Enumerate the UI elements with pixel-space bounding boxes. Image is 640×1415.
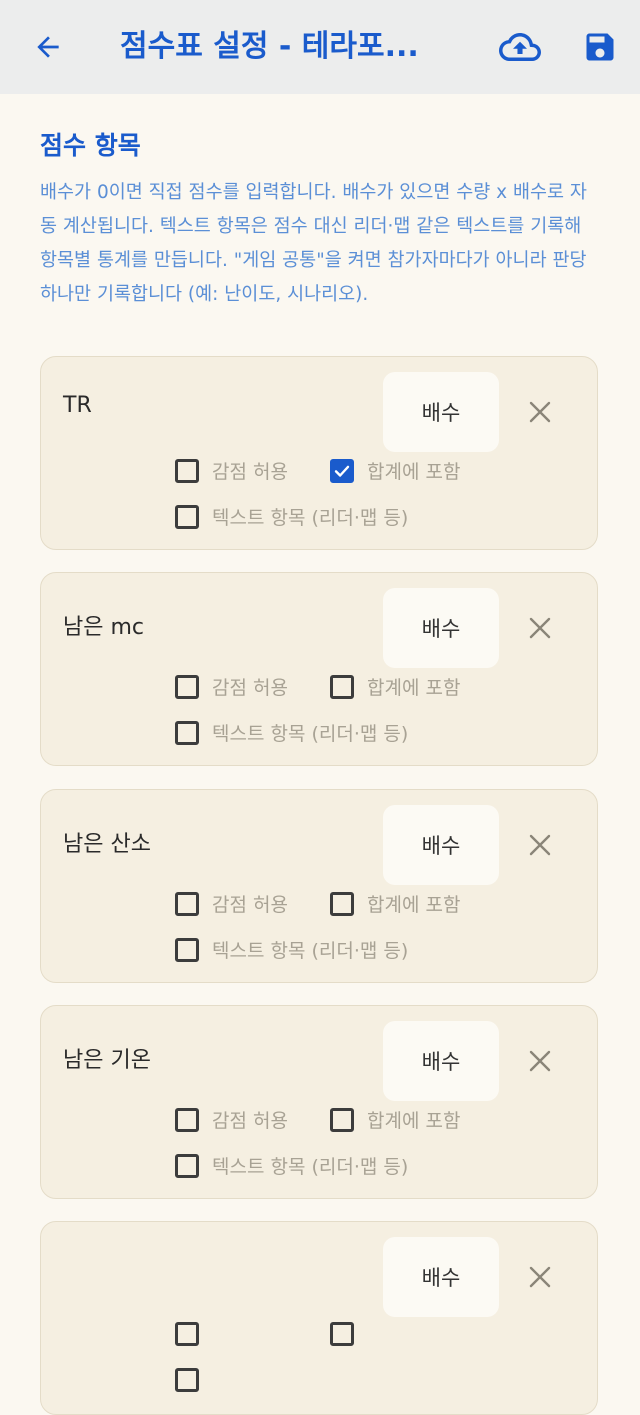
score-item-card: 남은 산소 배수 감점 허용 합계에 포함 텍스트 항목 (리더·맵 등)	[40, 789, 598, 983]
multiplier-input[interactable]: 배수	[383, 588, 499, 668]
checkbox-box	[330, 458, 354, 483]
checkbox-label: 합계에 포함	[367, 894, 461, 916]
checkbox-label: 합계에 포함	[367, 1110, 461, 1132]
checkbox-box	[330, 1322, 354, 1346]
item-name-input[interactable]: 남은 산소	[63, 826, 151, 858]
close-icon	[529, 1050, 551, 1072]
checkbox-box	[175, 504, 199, 529]
checkbox-label: 합계에 포함	[367, 461, 461, 483]
score-item-card: TR 배수 감점 허용 합계에 포함 텍스트 항목 (리더·맵 등)	[40, 356, 598, 550]
checkbox-box	[330, 1107, 354, 1132]
checkbox-box	[175, 720, 199, 745]
checkbox-box	[330, 891, 354, 916]
multiplier-input[interactable]: 배수	[383, 1237, 499, 1317]
checkbox-label: 합계에 포함	[367, 677, 461, 699]
remove-item-button[interactable]	[523, 1260, 557, 1294]
include-in-total-checkbox[interactable]: 합계에 포함	[330, 457, 460, 484]
save-button[interactable]	[570, 0, 630, 94]
checkbox-box	[175, 937, 199, 962]
include-in-total-checkbox[interactable]: 합계에 포함	[330, 1106, 460, 1133]
allow-negative-checkbox[interactable]: 감점 허용	[175, 673, 288, 700]
text-item-checkbox[interactable]: 텍스트 항목 (리더·맵 등)	[175, 503, 408, 530]
close-icon	[529, 401, 551, 423]
close-icon	[529, 617, 551, 639]
checkbox-box	[175, 1153, 199, 1178]
remove-item-button[interactable]	[523, 1044, 557, 1078]
checkbox-box	[175, 1322, 199, 1346]
item-name-input[interactable]: TR	[63, 393, 92, 418]
checkbox-label: 텍스트 항목 (리더·맵 등)	[212, 507, 409, 529]
upload-button[interactable]	[490, 0, 550, 94]
text-item-checkbox[interactable]: 텍스트 항목 (리더·맵 등)	[175, 1152, 408, 1179]
check-icon	[334, 465, 350, 477]
remove-item-button[interactable]	[523, 828, 557, 862]
close-icon	[529, 834, 551, 856]
checkbox-label: 감점 허용	[212, 1110, 288, 1132]
item-name-input[interactable]: 남은 기온	[63, 1042, 151, 1074]
include-in-total-checkbox[interactable]: 합계에 포함	[330, 890, 460, 917]
close-icon	[529, 1266, 551, 1288]
checkbox-label: 감점 허용	[212, 677, 288, 699]
checkbox-label: 텍스트 항목 (리더·맵 등)	[212, 723, 409, 745]
text-item-checkbox[interactable]: 텍스트 항목 (리더·맵 등)	[175, 719, 408, 746]
back-button[interactable]	[18, 0, 78, 94]
page-title: 점수표 설정 - 테라포...	[120, 29, 419, 64]
floppy-disk-icon	[586, 33, 614, 61]
allow-negative-checkbox[interactable]: 감점 허용	[175, 457, 288, 484]
include-in-total-checkbox[interactable]	[330, 1322, 367, 1346]
multiplier-input[interactable]: 배수	[383, 805, 499, 885]
help-text: 배수가 0이면 직접 점수를 입력합니다. 배수가 있으면 수량 x 배수로 자…	[40, 182, 587, 305]
checkbox-label: 텍스트 항목 (리더·맵 등)	[212, 940, 409, 962]
arrow-left-icon	[37, 36, 59, 58]
remove-item-button[interactable]	[523, 395, 557, 429]
section-title: 점수 항목	[40, 131, 141, 160]
multiplier-input[interactable]: 배수	[383, 1021, 499, 1101]
score-item-card: 배수	[40, 1221, 598, 1415]
score-item-card: 남은 mc 배수 감점 허용 합계에 포함 텍스트 항목 (리더·맵 등)	[40, 572, 598, 766]
text-item-checkbox[interactable]	[175, 1368, 212, 1392]
cloud-upload-icon	[499, 33, 541, 61]
app-bar: 점수표 설정 - 테라포...	[0, 0, 640, 94]
include-in-total-checkbox[interactable]: 합계에 포함	[330, 673, 460, 700]
item-name-input[interactable]: 남은 mc	[63, 609, 144, 641]
allow-negative-checkbox[interactable]: 감점 허용	[175, 1106, 288, 1133]
checkbox-box	[175, 674, 199, 699]
checkbox-label: 감점 허용	[212, 461, 288, 483]
checkbox-box	[175, 1368, 199, 1392]
allow-negative-checkbox[interactable]: 감점 허용	[175, 890, 288, 917]
score-item-card: 남은 기온 배수 감점 허용 합계에 포함 텍스트 항목 (리더·맵 등)	[40, 1005, 598, 1199]
checkbox-box	[330, 674, 354, 699]
checkbox-box	[175, 458, 199, 483]
allow-negative-checkbox[interactable]	[175, 1322, 212, 1346]
remove-item-button[interactable]	[523, 611, 557, 645]
checkbox-label: 텍스트 항목 (리더·맵 등)	[212, 1156, 409, 1178]
checkbox-box	[175, 1107, 199, 1132]
checkbox-box	[175, 891, 199, 916]
text-item-checkbox[interactable]: 텍스트 항목 (리더·맵 등)	[175, 936, 408, 963]
checkbox-label: 감점 허용	[212, 894, 288, 916]
multiplier-input[interactable]: 배수	[383, 372, 499, 452]
